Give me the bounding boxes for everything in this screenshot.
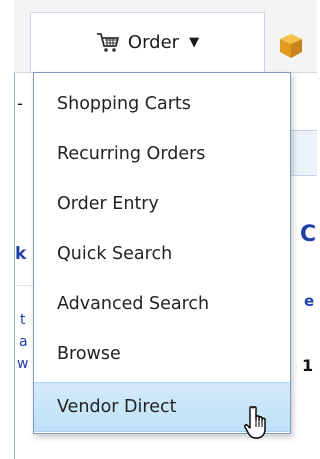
menu-item-quick-search[interactable]: Quick Search	[34, 229, 290, 279]
hand-pointer-cursor-icon	[243, 405, 273, 447]
background-text-fragment: 1	[302, 356, 314, 375]
menu-item-recurring-orders[interactable]: Recurring Orders	[34, 129, 290, 179]
package-box-icon[interactable]	[276, 30, 306, 64]
dropdown-caret-icon: ▼	[189, 35, 200, 50]
menu-item-shopping-carts[interactable]: Shopping Carts	[34, 79, 290, 129]
background-text-fragment: C	[300, 222, 317, 247]
menu-item-label: Quick Search	[57, 244, 173, 264]
menu-item-label: Recurring Orders	[57, 144, 206, 164]
menu-item-label: Vendor Direct	[57, 397, 177, 417]
menu-item-order-entry[interactable]: Order Entry	[34, 179, 290, 229]
background-text-fragment: k	[15, 244, 27, 264]
order-menu-label: Order	[127, 32, 180, 53]
background-text-fragment: t	[20, 312, 26, 328]
background-text-fragment: a	[19, 334, 28, 350]
menu-item-label: Order Entry	[57, 194, 159, 214]
background-divider	[15, 285, 33, 286]
background-text-fragment: w	[17, 356, 29, 372]
background-text-fragment: -	[17, 94, 24, 114]
menu-item-label: Advanced Search	[57, 294, 210, 314]
menu-item-browse[interactable]: Browse	[34, 329, 290, 379]
menu-item-label: Shopping Carts	[57, 94, 191, 114]
menu-item-label: Browse	[57, 344, 121, 364]
menu-item-advanced-search[interactable]: Advanced Search	[34, 279, 290, 329]
order-dropdown-menu: Shopping Carts Recurring Orders Order En…	[33, 72, 291, 434]
background-text-fragment: e	[304, 292, 315, 310]
shopping-cart-icon	[96, 32, 120, 54]
order-menu-tab[interactable]: Order ▼	[30, 12, 265, 72]
